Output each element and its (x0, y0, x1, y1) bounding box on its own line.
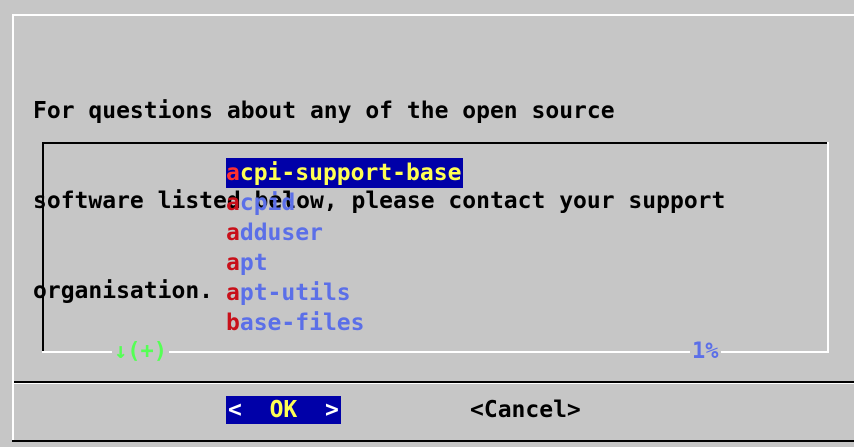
ok-left-bracket: < (228, 397, 242, 423)
list-item-apt-utils[interactable]: apt-utils (226, 278, 463, 308)
list-item-apt[interactable]: apt (226, 248, 463, 278)
dialog-border (12, 440, 854, 442)
listbox-border (827, 142, 829, 353)
list-item-label: cpid (239, 190, 296, 216)
list-item-adduser[interactable]: adduser (226, 218, 463, 248)
list-item-acpid[interactable]: acpid (226, 188, 463, 218)
package-list: acpi-support-base acpid adduser apt apt-… (226, 158, 464, 338)
scroll-down-indicator: ↓(+) (112, 339, 169, 365)
list-item-hotkey: a (226, 220, 240, 246)
list-item-hotkey: a (226, 160, 240, 186)
dialog-border (12, 14, 854, 16)
listbox-border (42, 142, 829, 144)
list-item-base-files[interactable]: base-files (226, 308, 463, 338)
list-item-label: dduser (239, 220, 323, 246)
list-item-row: acpi-support-base (226, 158, 464, 188)
list-item-hotkey: b (226, 310, 240, 336)
list-item-label: pt-utils (239, 280, 351, 306)
ok-label: OK (269, 397, 298, 423)
button-separator (14, 383, 854, 384)
listbox-border (42, 142, 44, 353)
list-item-hotkey: a (226, 250, 240, 276)
message-line: For questions about any of the open sour… (33, 98, 615, 124)
cancel-button[interactable]: <Cancel> (470, 396, 581, 424)
list-item-acpi-support-base[interactable]: acpi-support-base (226, 158, 464, 188)
list-item-label: ase-files (239, 310, 365, 336)
list-item-hotkey: a (226, 280, 240, 306)
list-item-hotkey: a (226, 190, 240, 216)
ok-button[interactable]: < OK > (226, 396, 341, 424)
dialog-border (12, 14, 14, 442)
screen-top-margin (0, 0, 854, 14)
list-item-label: cpi-support-base (239, 160, 462, 186)
list-item-label: pt (239, 250, 268, 276)
scroll-percent: 1% (690, 339, 721, 365)
ok-right-bracket: > (324, 397, 339, 423)
